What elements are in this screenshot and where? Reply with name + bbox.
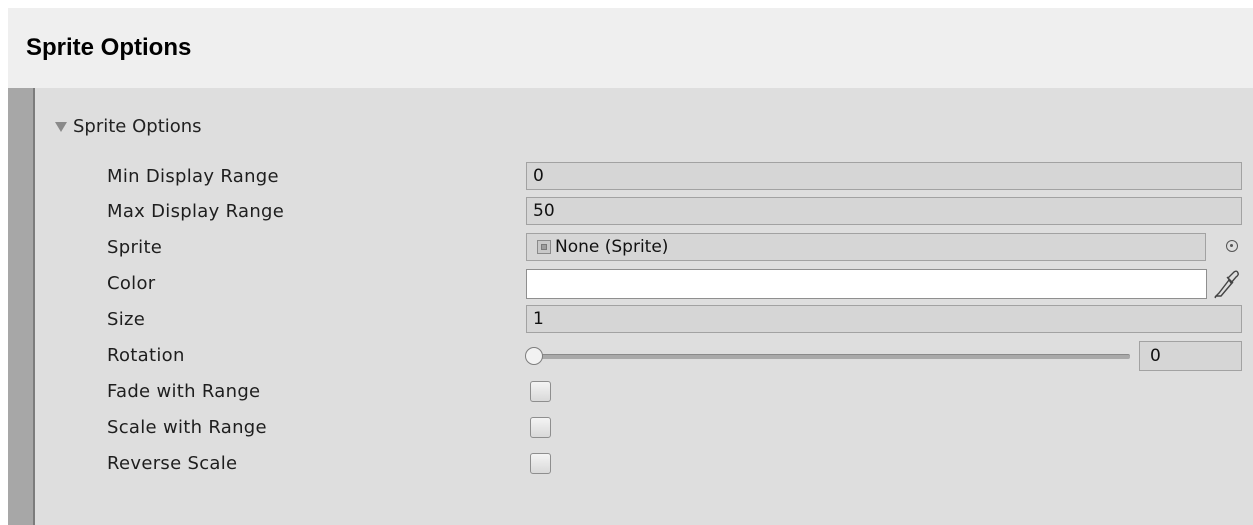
rotation-label: Rotation	[107, 345, 185, 366]
sprite-options-foldout[interactable]: Sprite Options	[55, 113, 202, 139]
scale-with-range-checkbox[interactable]	[530, 417, 551, 438]
size-label: Size	[107, 309, 146, 330]
min-display-range-field[interactable]: 0	[526, 162, 1242, 190]
foldout-label: Sprite Options	[73, 115, 202, 137]
max-display-range-field[interactable]: 50	[526, 197, 1242, 225]
page-title: Sprite Options	[26, 34, 192, 61]
sprite-object-field[interactable]: None (Sprite)	[526, 233, 1206, 261]
fade-with-range-checkbox[interactable]	[530, 381, 551, 402]
color-swatch-field[interactable]	[526, 269, 1207, 299]
scale-with-range-label: Scale with Range	[107, 417, 267, 438]
page-header: Sprite Options	[8, 8, 1253, 88]
reverse-scale-checkbox[interactable]	[530, 453, 551, 474]
color-label: Color	[107, 273, 156, 294]
sprite-label: Sprite	[107, 237, 163, 258]
sprite-object-value: None (Sprite)	[555, 237, 669, 257]
sprite-object-icon	[537, 240, 551, 254]
max-display-range-label: Max Display Range	[107, 201, 285, 222]
object-picker-icon[interactable]	[1226, 240, 1238, 252]
foldout-arrow-icon[interactable]	[55, 122, 67, 132]
reverse-scale-label: Reverse Scale	[107, 453, 238, 474]
inspector-gutter	[8, 88, 33, 525]
eyedropper-icon[interactable]	[1212, 268, 1240, 300]
rotation-slider-track[interactable]	[536, 354, 1130, 359]
fade-with-range-label: Fade with Range	[107, 381, 261, 402]
size-field[interactable]: 1	[526, 305, 1242, 333]
min-display-range-label: Min Display Range	[107, 166, 279, 187]
rotation-value-field[interactable]: 0	[1139, 341, 1242, 371]
rotation-slider-knob[interactable]	[525, 347, 543, 365]
